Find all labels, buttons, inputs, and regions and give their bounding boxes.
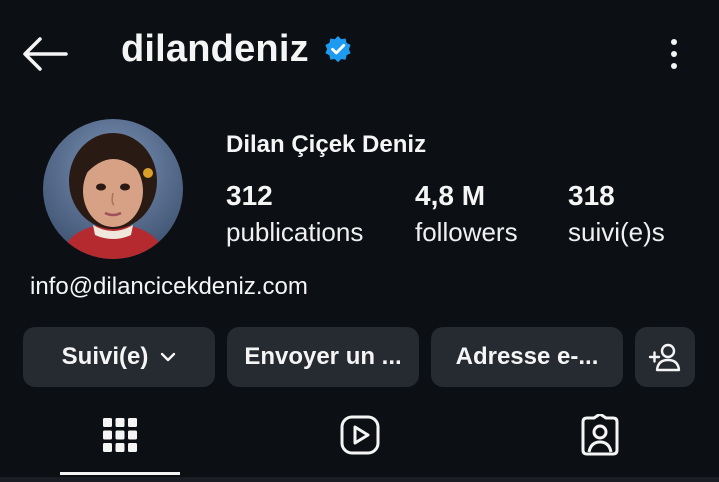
following-button-label: Suivi(e) <box>61 343 149 370</box>
active-tab-indicator <box>60 472 180 475</box>
following-label: suivi(e)s <box>568 217 665 247</box>
posts-label: publications <box>226 217 364 247</box>
full-name: Dilan Çiçek Deniz <box>226 131 427 158</box>
tab-posts-grid[interactable] <box>90 405 150 465</box>
email-button[interactable]: Adresse e-... <box>431 327 623 387</box>
contact-email-link[interactable]: info@dilancicekdeniz.com <box>30 273 308 301</box>
message-button[interactable]: Envoyer un ... <box>227 327 419 387</box>
tagged-person-icon <box>581 414 619 456</box>
username-wrap: dilandeniz <box>121 28 353 71</box>
back-arrow-icon[interactable] <box>22 36 68 72</box>
avatar[interactable] <box>43 119 183 259</box>
tab-reels[interactable] <box>330 405 390 465</box>
content-edge <box>0 477 719 482</box>
chevron-down-icon <box>161 352 176 362</box>
reels-icon <box>340 415 380 455</box>
posts-count: 312 <box>226 180 273 211</box>
followers-count: 4,8 M <box>415 180 486 211</box>
top-bar: dilandeniz <box>0 0 719 108</box>
grid-icon <box>103 418 137 452</box>
message-button-label: Envoyer un ... <box>244 343 402 370</box>
email-button-label: Adresse e-... <box>455 343 599 370</box>
tab-tagged[interactable] <box>570 405 630 465</box>
suggested-people-button[interactable] <box>635 327 695 387</box>
following-stat[interactable]: 318 suivi(e)s <box>568 180 665 249</box>
followers-label: followers <box>415 217 518 247</box>
posts-stat[interactable]: 312 publications <box>226 180 363 249</box>
following-button[interactable]: Suivi(e) <box>23 327 215 387</box>
more-options-icon[interactable] <box>664 37 684 71</box>
add-person-icon <box>648 343 681 372</box>
verified-badge-icon <box>325 35 351 62</box>
followers-stat[interactable]: 4,8 M followers <box>415 180 518 249</box>
following-count: 318 <box>568 180 615 211</box>
username: dilandeniz <box>121 28 309 70</box>
